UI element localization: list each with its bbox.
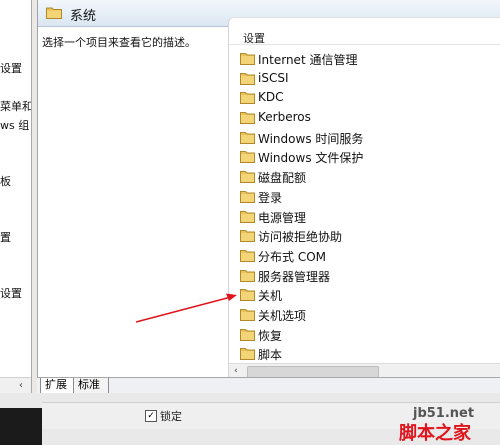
folder-icon [240, 269, 255, 282]
left-tree-item[interactable]: 置 [0, 229, 11, 245]
folder-icon [240, 92, 255, 105]
folder-icon [240, 308, 255, 321]
setting-folder-row[interactable]: 登录 [229, 187, 500, 207]
folder-icon [240, 249, 255, 262]
folder-icon [240, 190, 255, 203]
folder-icon [240, 112, 255, 125]
setting-label: 关机 [258, 289, 283, 304]
setting-label: 访问被拒绝协助 [258, 230, 343, 245]
setting-folder-row[interactable]: 访问被拒绝协助 [229, 226, 500, 246]
watermark-brand: 脚本之家 [399, 423, 471, 444]
setting-folder-row[interactable]: 服务器管理器 [229, 266, 500, 286]
category-title: 系统 [70, 9, 97, 24]
setting-folder-row[interactable]: Internet 通信管理 [229, 49, 500, 69]
setting-label: 服务器管理器 [258, 269, 331, 284]
left-tree-pane: 设置 菜单和 ws 组 板 置 设置 [0, 0, 31, 377]
scroll-left-icon[interactable]: ‹ [234, 364, 238, 378]
setting-label: Kerberos [258, 110, 311, 125]
settings-list: 设置 Internet 通信管理 iSCSI KDC Kerberos Windows … [228, 17, 500, 378]
setting-label: 登录 [258, 190, 283, 205]
setting-folder-row[interactable]: 磁盘配额 [229, 167, 500, 187]
setting-folder-row[interactable]: iSCSI [229, 69, 500, 89]
dark-region [0, 408, 42, 445]
folder-icon [240, 230, 255, 243]
main-pane: 系统 选择一个项目来查看它的描述。 设置 Internet 通信管理 iSCSI K… [37, 0, 500, 378]
left-horizontal-scrollbar[interactable]: ‹ [0, 377, 31, 394]
left-tree-item[interactable]: ws 组 [0, 117, 29, 133]
setting-label: Internet 通信管理 [258, 53, 358, 67]
left-tree-item[interactable]: 菜单和 [0, 98, 31, 114]
settings-list-body: Internet 通信管理 iSCSI KDC Kerberos Windows 时间服… [229, 49, 500, 363]
setting-folder-row[interactable]: KDC [229, 88, 500, 108]
left-tree-item[interactable]: 板 [0, 173, 11, 189]
setting-label: 关机选项 [258, 308, 307, 323]
folder-icon [46, 7, 62, 19]
left-tree-item[interactable]: 设置 [0, 60, 22, 76]
settings-column-header[interactable]: 设置 [229, 18, 500, 45]
lock-checkbox[interactable]: ✓ [145, 410, 157, 422]
setting-folder-row[interactable]: 关机 [229, 285, 500, 305]
folder-icon [240, 72, 255, 85]
tab-extended[interactable]: 扩展 [40, 378, 76, 394]
folder-icon [240, 171, 255, 184]
setting-label: Windows 文件保护 [258, 151, 364, 166]
folder-icon [240, 53, 255, 65]
folder-icon [240, 289, 255, 302]
settings-horizontal-scrollbar[interactable]: ‹ [229, 363, 500, 378]
setting-label: KDC [258, 90, 284, 105]
setting-folder-row[interactable]: Windows 文件保护 [229, 147, 500, 167]
scroll-left-icon[interactable]: ‹ [19, 378, 23, 394]
setting-folder-row[interactable]: 电源管理 [229, 207, 500, 227]
folder-icon [240, 151, 255, 164]
settings-column-label: 设置 [243, 32, 265, 45]
setting-label: 恢复 [258, 328, 283, 343]
setting-label: 分布式 COM [258, 249, 326, 264]
setting-label: 磁盘配额 [258, 171, 307, 186]
setting-folder-row[interactable]: Kerberos [229, 108, 500, 128]
setting-folder-row[interactable]: Windows 时间服务 [229, 128, 500, 148]
setting-folder-row[interactable]: 恢复 [229, 325, 500, 345]
folder-icon [240, 131, 255, 144]
description-text: 选择一个项目来查看它的描述。 [42, 36, 196, 49]
setting-label: 脚本 [258, 348, 283, 363]
tab-standard[interactable]: 标准 [73, 378, 109, 394]
view-tabs: 扩展 标准 [37, 377, 500, 394]
folder-icon [240, 348, 255, 361]
setting-label: iSCSI [258, 70, 289, 85]
setting-folder-row[interactable]: 关机选项 [229, 305, 500, 325]
setting-label: 电源管理 [258, 210, 307, 225]
setting-folder-row[interactable]: 分布式 COM [229, 246, 500, 266]
lock-label: 锁定 [160, 410, 182, 423]
setting-label: Windows 时间服务 [258, 131, 364, 146]
setting-folder-row[interactable]: 脚本 [229, 344, 500, 363]
left-tree-item[interactable]: 设置 [0, 285, 22, 301]
folder-icon [240, 210, 255, 223]
folder-icon [240, 328, 255, 341]
